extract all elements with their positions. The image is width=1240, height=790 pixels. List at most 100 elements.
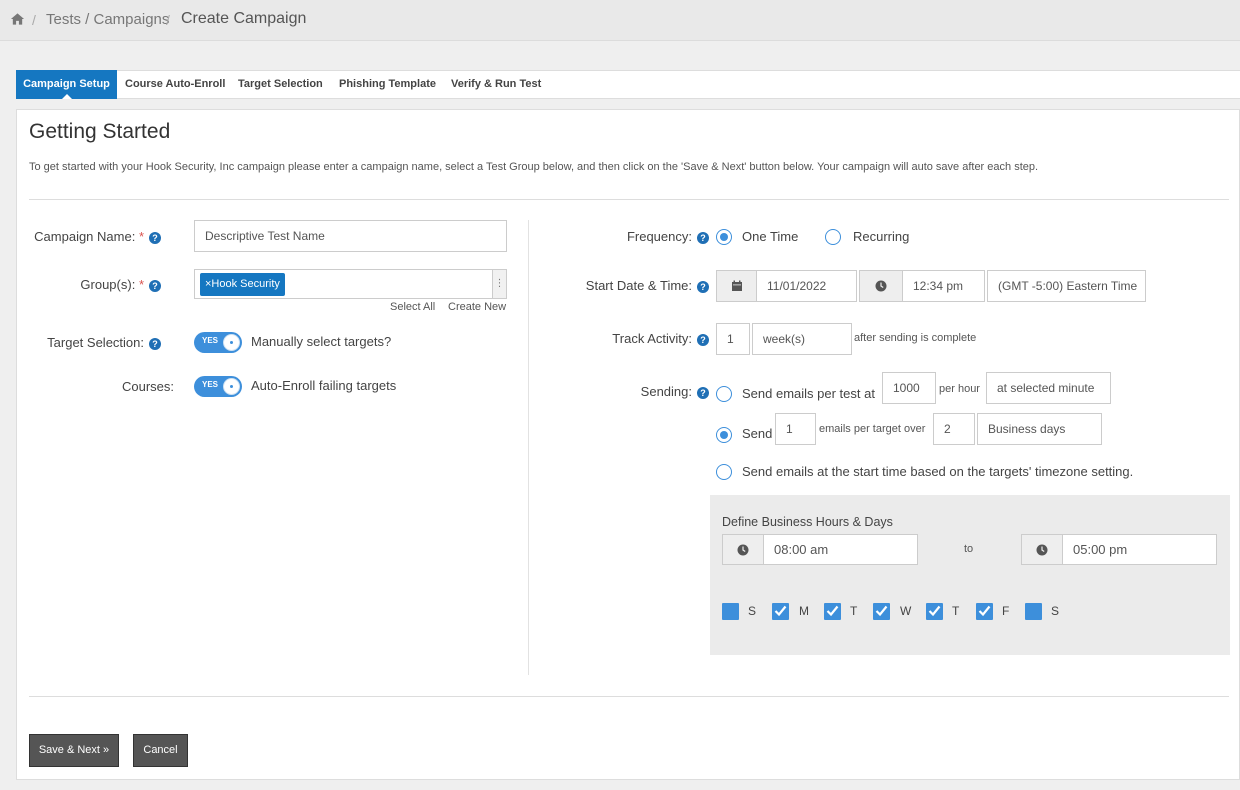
sending-per-target-text: Send	[742, 426, 773, 441]
business-end-time-input[interactable]: 05:00 pm	[1062, 534, 1217, 565]
tab-label: Campaign Setup	[23, 78, 110, 90]
day-label: M	[799, 604, 809, 618]
help-icon[interactable]: ?	[697, 281, 709, 293]
sending-timezone-radio[interactable]	[716, 464, 732, 480]
tab-verify-run-test[interactable]: Verify & Run Test	[443, 70, 549, 99]
more-options-icon[interactable]: ⋮	[492, 270, 506, 298]
help-icon[interactable]: ?	[697, 334, 709, 346]
check-icon	[774, 605, 787, 617]
toggle-knob	[223, 334, 240, 351]
breadcrumb-tests-campaigns[interactable]: Tests / Campaigns	[46, 11, 169, 28]
business-hours-title: Define Business Hours & Days	[722, 515, 893, 529]
help-icon[interactable]: ?	[149, 232, 161, 244]
save-next-button[interactable]: Save & Next »	[29, 734, 119, 767]
courses-text: Auto-Enroll failing targets	[251, 378, 397, 393]
clock-icon[interactable]	[1021, 534, 1063, 565]
sending-label: Sending:?	[641, 384, 709, 399]
day-label: S	[1051, 604, 1060, 618]
campaign-name-label: Campaign Name: *?	[34, 229, 161, 244]
toggle-yes-label: YES	[202, 336, 219, 345]
wizard-tabs: Campaign Setup Course Auto-Enroll Target…	[16, 70, 1240, 99]
track-activity-label: Track Activity:?	[612, 331, 709, 346]
create-new-link[interactable]: Create New	[448, 301, 506, 313]
frequency-label: Frequency:?	[627, 229, 709, 244]
toggle-yes-label: YES	[202, 380, 219, 389]
campaign-name-input[interactable]: Descriptive Test Name	[194, 220, 507, 252]
frequency-recurring-label[interactable]: Recurring	[853, 229, 909, 244]
breadcrumb-separator: /	[32, 12, 36, 28]
target-selection-label: Target Selection:?	[47, 335, 161, 350]
campaign-setup-panel: Getting Started To get started with your…	[16, 109, 1240, 780]
divider	[29, 199, 1229, 200]
track-amount-input[interactable]: 1	[716, 323, 750, 355]
spread-unit-select[interactable]: Business days	[977, 413, 1102, 445]
required-mark: *	[138, 229, 144, 244]
start-time-input[interactable]: 12:34 pm	[902, 270, 985, 302]
day-label: W	[900, 604, 912, 618]
courses-toggle[interactable]: YES	[194, 376, 242, 397]
groups-label: Group(s): *?	[80, 277, 161, 292]
breadcrumb-current: Create Campaign	[181, 10, 307, 27]
day-checkbox-thursday[interactable]	[926, 603, 943, 620]
check-icon	[875, 605, 888, 617]
track-unit-select[interactable]: week(s)	[752, 323, 852, 355]
day-label: F	[1002, 604, 1010, 618]
help-icon[interactable]: ?	[697, 387, 709, 399]
tab-course-auto-enroll[interactable]: Course Auto-Enroll	[117, 70, 233, 99]
groups-multiselect[interactable]: ×Hook Security ⋮	[194, 269, 507, 299]
page-title: Getting Started	[29, 120, 171, 143]
start-date-input[interactable]: 11/01/2022	[756, 270, 857, 302]
day-checkbox-saturday[interactable]	[1025, 603, 1042, 620]
day-checkbox-tuesday[interactable]	[824, 603, 841, 620]
help-icon[interactable]: ?	[149, 338, 161, 350]
day-checkbox-friday[interactable]	[976, 603, 993, 620]
check-icon	[928, 605, 941, 617]
tab-phishing-template[interactable]: Phishing Template	[331, 70, 444, 99]
sending-per-target-radio[interactable]	[716, 427, 732, 443]
clock-icon[interactable]	[859, 270, 903, 302]
sending-per-test-radio[interactable]	[716, 386, 732, 402]
day-checkbox-monday[interactable]	[772, 603, 789, 620]
day-checkbox-wednesday[interactable]	[873, 603, 890, 620]
intro-text: To get started with your Hook Security, …	[29, 161, 1039, 173]
tab-target-selection[interactable]: Target Selection	[230, 70, 331, 99]
send-minute-select[interactable]: at selected minute	[986, 372, 1111, 404]
toggle-knob	[223, 378, 240, 395]
day-label: T	[952, 604, 960, 618]
tab-campaign-setup[interactable]: Campaign Setup	[16, 70, 117, 99]
select-all-link[interactable]: Select All	[390, 301, 435, 313]
per-hour-text: per hour	[939, 383, 980, 395]
day-label: T	[850, 604, 858, 618]
day-label: S	[748, 604, 757, 618]
sending-per-test-text: Send emails per test at	[742, 386, 875, 401]
check-icon	[978, 605, 991, 617]
courses-label: Courses:	[121, 379, 174, 394]
emails-per-target-input[interactable]: 1	[775, 413, 816, 445]
check-icon	[826, 605, 839, 617]
frequency-recurring-radio[interactable]	[825, 229, 841, 245]
day-checkbox-sunday[interactable]	[722, 603, 739, 620]
target-selection-toggle[interactable]: YES	[194, 332, 242, 353]
calendar-icon[interactable]	[716, 270, 757, 302]
group-tag-hook-security[interactable]: ×Hook Security	[200, 273, 285, 296]
sending-timezone-text: Send emails at the start time based on t…	[742, 464, 1134, 479]
clock-icon[interactable]	[722, 534, 764, 565]
business-start-time-input[interactable]: 08:00 am	[763, 534, 918, 565]
column-divider	[528, 220, 529, 675]
home-icon[interactable]	[10, 12, 25, 26]
track-suffix-text: after sending is complete	[854, 332, 977, 344]
frequency-one-time-radio[interactable]	[716, 229, 732, 245]
help-icon[interactable]: ?	[149, 280, 161, 292]
cancel-button[interactable]: Cancel	[133, 734, 188, 767]
timezone-select[interactable]: (GMT -5:00) Eastern Time	[987, 270, 1146, 302]
help-icon[interactable]: ?	[697, 232, 709, 244]
spread-days-input[interactable]: 2	[933, 413, 975, 445]
emails-per-hour-input[interactable]: 1000	[882, 372, 936, 404]
emails-per-target-text: emails per target over	[819, 423, 926, 435]
target-selection-text: Manually select targets?	[251, 334, 392, 349]
required-mark: *	[138, 277, 144, 292]
divider	[29, 696, 1229, 697]
frequency-one-time-label[interactable]: One Time	[742, 229, 798, 244]
breadcrumb: / Tests / Campaigns / Create Campaign	[0, 0, 1240, 41]
active-caret-icon	[61, 94, 72, 99]
